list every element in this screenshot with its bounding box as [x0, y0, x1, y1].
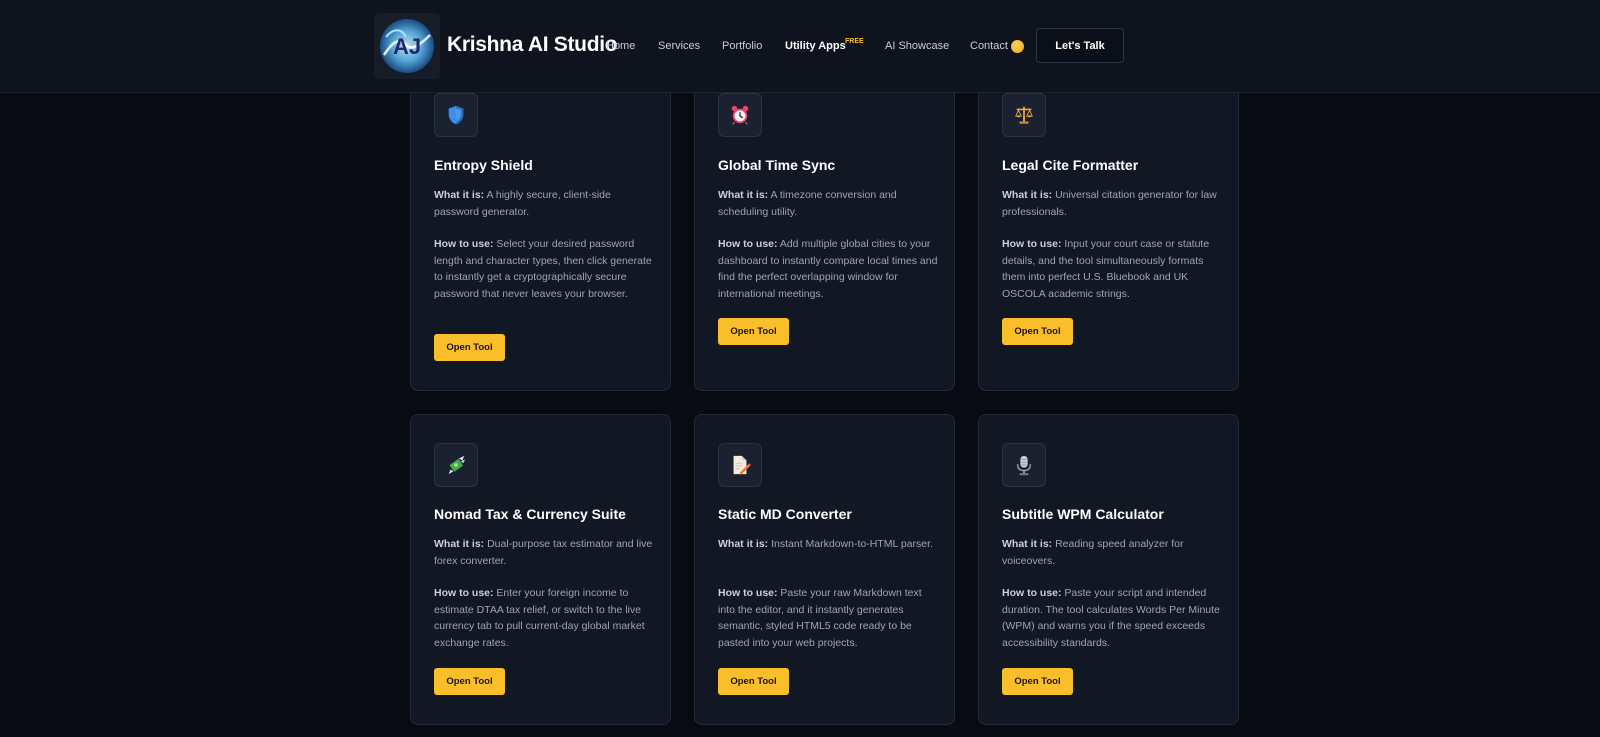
card-how: How to use: Input your court case or sta…: [1002, 238, 1210, 300]
tool-card-static-md-converter: Static MD Converter What it is: Instant …: [694, 414, 955, 725]
open-tool-button[interactable]: Open Tool: [434, 334, 505, 361]
nav-services[interactable]: Services: [658, 40, 700, 52]
shield-icon: [434, 93, 478, 137]
card-what: What it is: A timezone conversion and sc…: [718, 189, 897, 218]
open-tool-button[interactable]: Open Tool: [1002, 668, 1073, 695]
nav-home[interactable]: Home: [606, 40, 635, 52]
card-title: Global Time Sync: [718, 157, 836, 173]
nav-ai-showcase[interactable]: AI Showcase: [885, 40, 949, 52]
svg-text:AJ: AJ: [393, 34, 421, 59]
card-title: Static MD Converter: [718, 506, 852, 522]
nav-utility-apps[interactable]: Utility Apps: [785, 40, 846, 52]
card-how: How to use: Paste your raw Markdown text…: [718, 587, 922, 649]
scales-icon: [1002, 93, 1046, 137]
microphone-icon: [1002, 443, 1046, 487]
logo-icon: AJ: [380, 19, 434, 73]
card-what: What it is: A highly secure, client-side…: [434, 189, 611, 218]
card-how: How to use: Paste your script and intend…: [1002, 587, 1220, 649]
free-badge: FREE: [845, 38, 864, 45]
document-pencil-icon: [718, 443, 762, 487]
card-how: How to use: Add multiple global cities t…: [718, 238, 938, 300]
nav-contact[interactable]: Contact: [970, 40, 1008, 52]
card-title: Entropy Shield: [434, 157, 533, 173]
card-title: Subtitle WPM Calculator: [1002, 506, 1164, 522]
card-what: What it is: Dual-purpose tax estimator a…: [434, 538, 653, 567]
open-tool-button[interactable]: Open Tool: [718, 318, 789, 345]
brand-name[interactable]: Krishna AI Studio: [447, 33, 618, 57]
card-title: Legal Cite Formatter: [1002, 157, 1139, 173]
tool-card-subtitle-wpm: Subtitle WPM Calculator What it is: Read…: [978, 414, 1239, 725]
open-tool-button[interactable]: Open Tool: [718, 668, 789, 695]
tool-card-entropy-shield: Entropy Shield What it is: A highly secu…: [410, 60, 671, 391]
card-what: What it is: Universal citation generator…: [1002, 189, 1217, 218]
money-with-wings-icon: [434, 443, 478, 487]
brand-logo[interactable]: AJ: [374, 13, 440, 79]
card-how: How to use: Select your desired password…: [434, 238, 652, 300]
sun-icon: [1011, 40, 1024, 53]
tool-card-nomad-tax: Nomad Tax & Currency Suite What it is: D…: [410, 414, 671, 725]
nav-portfolio[interactable]: Portfolio: [722, 40, 762, 52]
open-tool-button[interactable]: Open Tool: [1002, 318, 1073, 345]
tool-card-global-time-sync: Global Time Sync What it is: A timezone …: [694, 60, 955, 391]
card-how: How to use: Enter your foreign income to…: [434, 587, 645, 649]
site-header: AJ Krishna AI Studio Home Services Portf…: [0, 0, 1600, 93]
alarm-clock-icon: [718, 93, 762, 137]
card-what: What it is: Instant Markdown-to-HTML par…: [718, 538, 933, 550]
tool-card-legal-cite-formatter: Legal Cite Formatter What it is: Univers…: [978, 60, 1239, 391]
card-title: Nomad Tax & Currency Suite: [434, 506, 626, 522]
card-what: What it is: Reading speed analyzer for v…: [1002, 538, 1184, 567]
lets-talk-button[interactable]: Let's Talk: [1036, 28, 1124, 63]
open-tool-button[interactable]: Open Tool: [434, 668, 505, 695]
